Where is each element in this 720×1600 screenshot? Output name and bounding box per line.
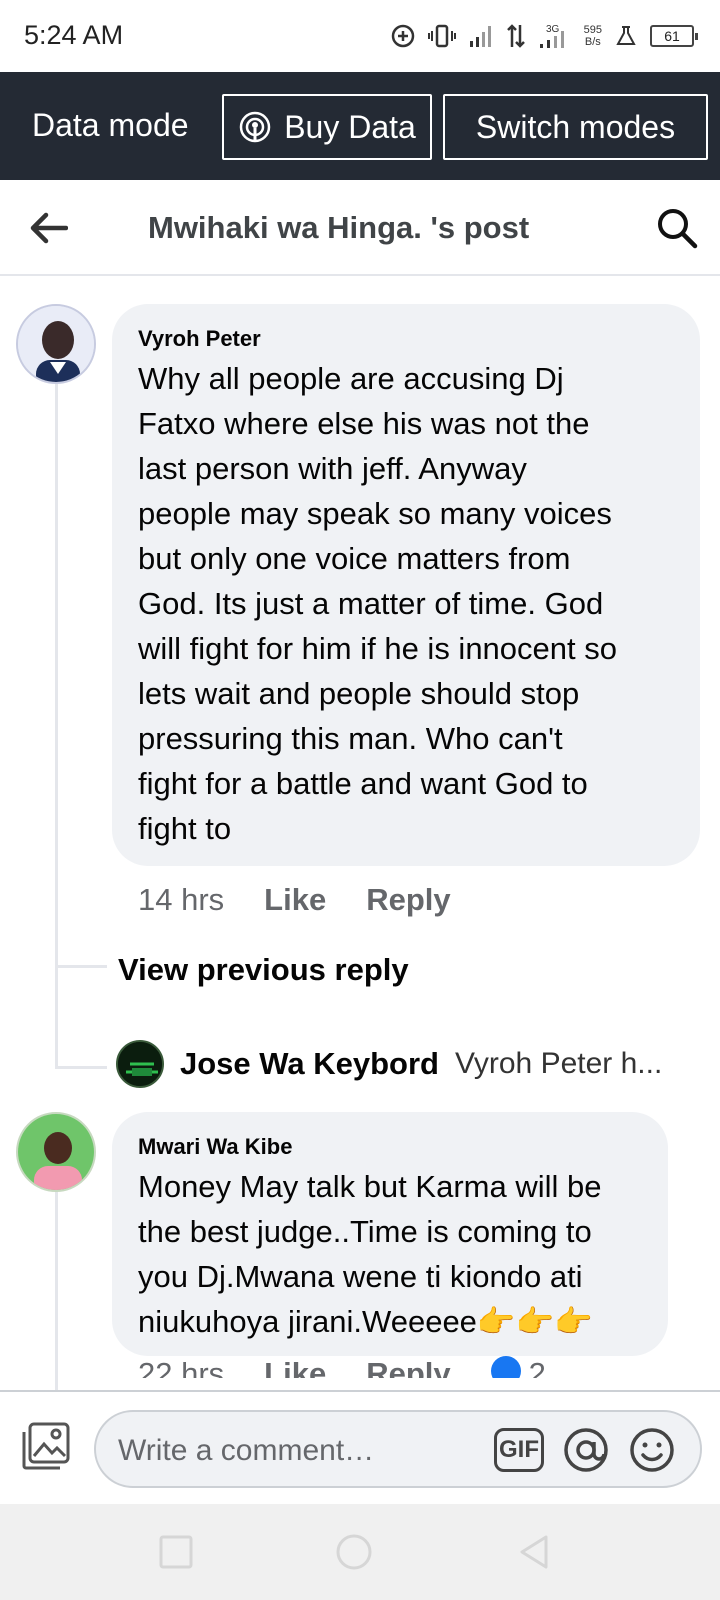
vibrate-icon bbox=[427, 24, 456, 48]
reply-author: Jose Wa Keybord bbox=[180, 1046, 439, 1081]
add-circle-icon bbox=[391, 24, 414, 48]
reply-button[interactable]: Reply bbox=[366, 1356, 450, 1378]
avatar[interactable] bbox=[16, 304, 96, 384]
status-icons: 3G 595 B/s 61 bbox=[390, 20, 698, 52]
recent-apps-icon[interactable] bbox=[156, 1532, 196, 1572]
lab-flask-icon bbox=[616, 26, 636, 45]
svg-text:3G: 3G bbox=[546, 24, 560, 35]
comment-text: Why all people are accusing Dj Fatxo whe… bbox=[138, 361, 617, 846]
data-mode-label: Data mode bbox=[32, 107, 189, 143]
like-reaction-icon bbox=[490, 1356, 521, 1378]
avatar[interactable] bbox=[16, 1112, 96, 1192]
post-header: Mwihaki wa Hinga. 's post bbox=[0, 180, 720, 276]
comment-time: 14 hrs bbox=[138, 882, 225, 917]
back-arrow-icon[interactable] bbox=[28, 210, 68, 246]
photo-gallery-icon[interactable] bbox=[20, 1420, 72, 1472]
buy-data-button[interactable]: Buy Data bbox=[222, 94, 432, 160]
comment-input[interactable]: Write a comment… GIF bbox=[94, 1410, 702, 1488]
gif-button[interactable]: GIF bbox=[494, 1428, 544, 1472]
system-nav-bar bbox=[0, 1504, 720, 1600]
broadcast-icon bbox=[239, 111, 271, 143]
reply-snippet: Vyroh Peter h... bbox=[454, 1047, 663, 1080]
thread-line bbox=[55, 1172, 58, 1392]
comment-author[interactable]: Mwari Wa Kibe bbox=[138, 1134, 292, 1160]
battery-indicator: 61 bbox=[650, 25, 698, 47]
reaction-count: 2 bbox=[490, 1356, 546, 1378]
comment-placeholder: Write a comment… bbox=[118, 1434, 375, 1467]
thread-connector bbox=[55, 965, 107, 968]
like-button[interactable]: Like bbox=[264, 882, 326, 918]
switch-modes-label: Switch modes bbox=[475, 108, 676, 145]
network-3g-icon: 3G bbox=[539, 24, 564, 48]
back-icon[interactable] bbox=[514, 1532, 554, 1572]
signal-icon bbox=[469, 26, 491, 47]
comment-actions: 22 hrs Like Reply 2 bbox=[138, 1356, 546, 1378]
reply-avatar bbox=[116, 1040, 164, 1088]
data-mode-bar: Data mode Buy Data Switch modes bbox=[0, 72, 720, 180]
reply-button[interactable]: Reply bbox=[366, 882, 450, 918]
page-title: Mwihaki wa Hinga. 's post bbox=[148, 210, 530, 245]
view-previous-reply-link[interactable]: View previous reply bbox=[118, 952, 409, 988]
status-bar: 5:24 AM 3G 595 B/s 61 bbox=[0, 0, 720, 72]
buy-data-label: Buy Data bbox=[284, 108, 416, 145]
mention-icon[interactable] bbox=[562, 1426, 610, 1474]
data-transfer-icon bbox=[506, 24, 525, 48]
search-icon[interactable] bbox=[656, 207, 698, 249]
network-speed: 595 B/s bbox=[583, 24, 602, 48]
latest-reply-row[interactable]: Jose Wa Keybord Vyroh Peter h... bbox=[116, 1040, 662, 1088]
comment-time: 22 hrs bbox=[138, 1356, 225, 1378]
comment-text: Money May talk but Karma will be the bes… bbox=[138, 1169, 602, 1339]
like-button[interactable]: Like bbox=[264, 1356, 326, 1378]
switch-modes-button[interactable]: Switch modes bbox=[443, 94, 708, 160]
comment-author[interactable]: Vyroh Peter bbox=[138, 326, 261, 352]
status-time: 5:24 AM bbox=[24, 20, 124, 50]
home-icon[interactable] bbox=[334, 1532, 374, 1572]
emoji-icon[interactable] bbox=[628, 1426, 676, 1474]
comment-actions: 14 hrs Like Reply bbox=[138, 882, 451, 918]
comment-composer: Write a comment… GIF bbox=[0, 1390, 720, 1504]
thread-connector bbox=[55, 1066, 107, 1069]
